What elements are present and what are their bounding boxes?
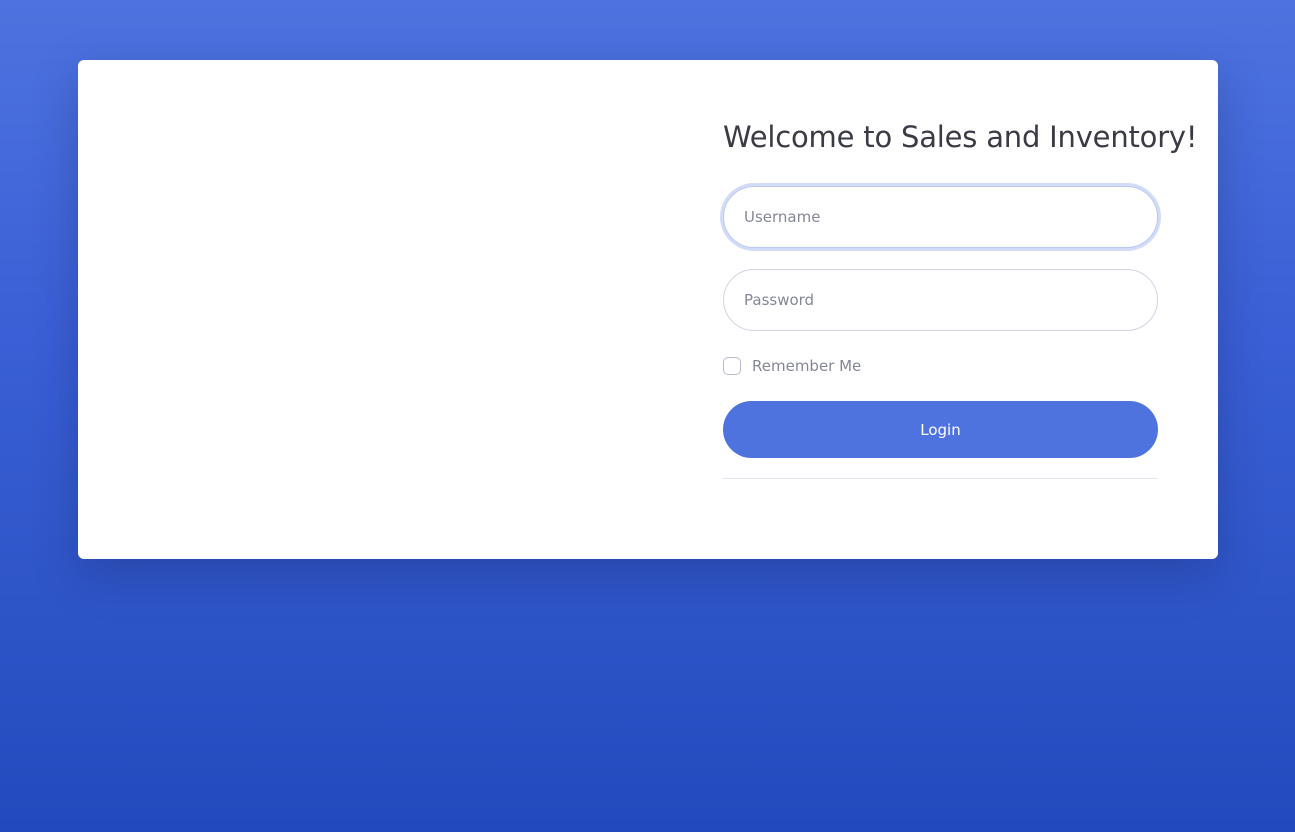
password-input[interactable] (723, 269, 1158, 331)
form-divider (723, 478, 1158, 479)
remember-me-checkbox[interactable] (723, 357, 741, 375)
remember-me-label[interactable]: Remember Me (752, 357, 861, 375)
remember-me[interactable]: Remember Me (723, 356, 861, 376)
username-input[interactable] (723, 186, 1158, 248)
login-card: Welcome to Sales and Inventory! Remember… (78, 60, 1218, 559)
page-title: Welcome to Sales and Inventory! (723, 120, 1198, 154)
login-image-panel (78, 60, 648, 559)
login-button[interactable]: Login (723, 401, 1158, 458)
